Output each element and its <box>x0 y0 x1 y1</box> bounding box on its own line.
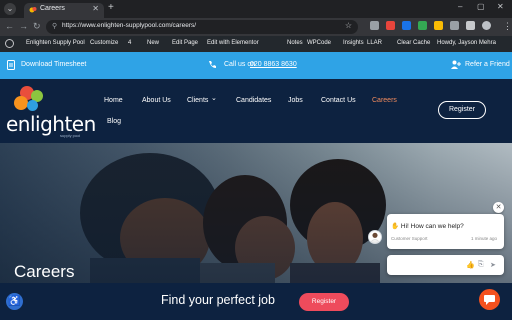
chat-message-card[interactable] <box>387 214 504 249</box>
add-user-icon <box>451 60 461 69</box>
support-agent-avatar <box>368 230 382 244</box>
browser-menu-icon[interactable]: ⋮ <box>503 21 512 32</box>
find-job-heading: Find your perfect job <box>161 293 275 307</box>
back-button[interactable]: ← <box>5 21 14 31</box>
page-title: Careers <box>14 262 75 281</box>
nav-contact[interactable]: Contact Us <box>321 97 356 104</box>
url-text: https://www.enlighten-supplypool.com/car… <box>62 22 197 29</box>
wp-site-name[interactable]: Enlighten Supply Pool <box>26 40 85 46</box>
chat-greeting-text: Hi! How can we help? <box>400 223 464 230</box>
site-top-bar: Download Timesheet Call us on 020 8863 8… <box>0 52 512 79</box>
nav-jobs[interactable]: Jobs <box>288 97 303 104</box>
address-bar[interactable]: ⚲ https://www.enlighten-supplypool.com/c… <box>46 20 358 34</box>
site-favicon-icon <box>29 7 37 13</box>
accessibility-icon[interactable]: ♿ <box>6 293 23 310</box>
reload-button[interactable]: ↻ <box>33 21 41 32</box>
tab-close-icon[interactable]: ✕ <box>92 4 99 13</box>
nav-blog[interactable]: Blog <box>107 118 121 125</box>
logo-wordmark[interactable]: enlighten <box>6 112 96 136</box>
wp-wpcode[interactable]: WPCode <box>307 40 331 46</box>
document-icon <box>7 60 15 70</box>
wp-llar[interactable]: LLAR <box>367 40 382 46</box>
send-icon[interactable]: ➤ <box>490 261 496 269</box>
chat-agent-name: Customer Support <box>391 236 428 241</box>
nav-clients[interactable]: Clients <box>187 97 208 104</box>
chat-launcher-button[interactable] <box>479 289 500 310</box>
puzzle-icon[interactable] <box>466 21 475 30</box>
phone-link[interactable]: 020 8863 8630 <box>250 61 297 68</box>
wp-admin-bar: Enlighten Supply Pool Customize 4 New Ed… <box>0 36 512 52</box>
wp-notes[interactable]: Notes <box>287 40 303 46</box>
wp-howdy[interactable]: Howdy, Jayson Mehra <box>437 40 496 46</box>
forward-button[interactable]: → <box>19 21 28 31</box>
logo-subtitle: supply pool <box>60 133 81 138</box>
chat-close-icon[interactable]: ✕ <box>493 202 504 213</box>
extension-icon[interactable] <box>402 21 411 30</box>
wp-clear-cache[interactable]: Clear Cache <box>397 40 430 46</box>
extension-icon[interactable] <box>418 21 427 30</box>
nav-home[interactable]: Home <box>104 97 123 104</box>
close-window-button[interactable]: ✕ <box>497 2 504 11</box>
phone-icon <box>209 61 216 68</box>
chat-timestamp: 1 minute ago <box>471 236 498 241</box>
refer-friend-link[interactable]: Refer a Friend <box>465 61 510 68</box>
extension-icon[interactable] <box>370 21 379 30</box>
wordpress-icon[interactable] <box>5 39 14 48</box>
wp-customize[interactable]: Customize <box>90 40 118 46</box>
extension-icon[interactable] <box>434 21 443 30</box>
nav-candidates[interactable]: Candidates <box>236 97 271 104</box>
chat-bubble-icon <box>484 295 495 305</box>
wp-new[interactable]: New <box>147 40 159 46</box>
cta-register-button[interactable]: Register <box>299 293 349 311</box>
bookmark-star-icon[interactable]: ☆ <box>345 21 352 30</box>
wp-comments-count[interactable]: 4 <box>128 40 131 46</box>
extension-icon[interactable] <box>386 21 395 30</box>
tab-careers[interactable]: Careers ✕ <box>24 3 104 18</box>
site-info-icon[interactable]: ⚲ <box>52 22 57 30</box>
tab-title: Careers <box>40 5 65 12</box>
wp-edit-elementor[interactable]: Edit with Elementor <box>207 40 259 46</box>
new-tab-button[interactable]: + <box>108 2 114 13</box>
tab-search-button[interactable]: ⌄ <box>4 3 16 15</box>
minimize-button[interactable]: – <box>458 2 462 11</box>
download-timesheet-link[interactable]: Download Timesheet <box>21 61 86 68</box>
attach-icon[interactable]: ⎘ <box>478 261 484 269</box>
maximize-button[interactable]: ▢ <box>477 2 485 11</box>
wave-icon: ✋ <box>391 223 400 230</box>
chat-input-field[interactable] <box>387 255 504 275</box>
browser-tab-strip: ⌄ Careers ✕ + – ▢ ✕ <box>0 0 512 18</box>
profile-avatar[interactable] <box>482 21 491 30</box>
clients-caret-icon[interactable]: ⌄ <box>211 94 217 102</box>
wp-insights[interactable]: Insights <box>343 40 364 46</box>
header-register-button[interactable]: Register <box>438 101 486 119</box>
wp-edit-page[interactable]: Edit Page <box>172 40 198 46</box>
thumbs-up-icon[interactable]: 👍 <box>466 261 475 269</box>
nav-about[interactable]: About Us <box>142 97 171 104</box>
nav-careers[interactable]: Careers <box>372 97 397 104</box>
chat-greeting: ✋ Hi! How can we help? <box>391 222 464 230</box>
extension-icon[interactable] <box>450 21 459 30</box>
